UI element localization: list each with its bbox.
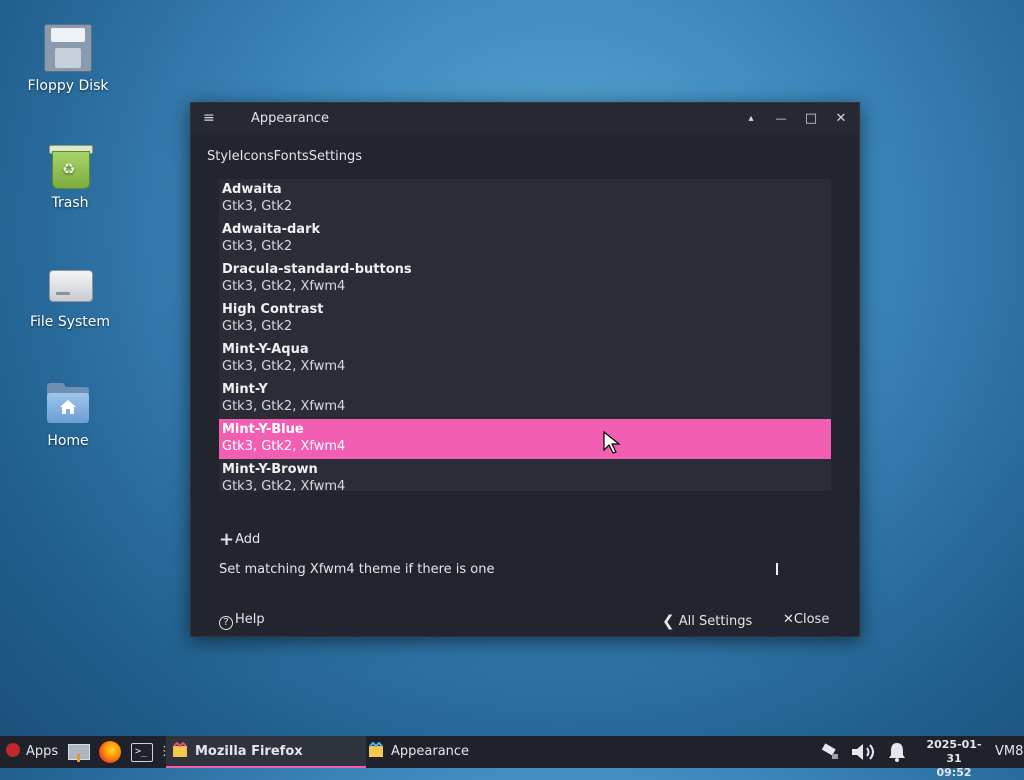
theme-support: Gtk3, Gtk2, Xfwm4: [222, 279, 346, 294]
theme-list-item[interactable]: High Contrast Gtk3, Gtk2: [219, 299, 831, 339]
tab-icons[interactable]: Icons: [240, 149, 274, 164]
apps-menu-button[interactable]: Apps: [6, 736, 58, 768]
theme-support: Gtk3, Gtk2, Xfwm4: [222, 359, 346, 374]
add-theme-button[interactable]: +Add: [219, 529, 260, 550]
help-button[interactable]: ? Help: [219, 612, 265, 630]
chevron-left-icon: ❮: [662, 612, 675, 630]
window-title: Appearance: [251, 111, 330, 126]
apps-logo-icon: [6, 743, 20, 757]
theme-name: Adwaita: [222, 182, 282, 197]
hard-drive-icon: [47, 262, 93, 308]
taskbar-window-firefox[interactable]: Mozilla Firefox: [166, 736, 366, 768]
clock-date: 2025-01-31: [926, 738, 982, 765]
theme-name: Mint-Y-Aqua: [222, 342, 309, 357]
theme-name: Mint-Y: [222, 382, 268, 397]
minimize-icon[interactable]: —: [771, 109, 791, 129]
theme-name: Adwaita-dark: [222, 222, 321, 237]
desktop-icon-label: File System: [29, 314, 111, 330]
terminal-launcher-icon[interactable]: >_: [131, 743, 153, 762]
tab-settings[interactable]: Settings: [309, 149, 362, 164]
theme-list-item[interactable]: Mint-Y-Aqua Gtk3, Gtk2, Xfwm4: [219, 339, 831, 379]
theme-list-item[interactable]: Adwaita Gtk3, Gtk2: [219, 179, 831, 219]
mouse-pointer-icon: [603, 431, 621, 454]
theme-name: Mint-Y-Blue: [222, 422, 304, 437]
window-titlebar[interactable]: ≡ Appearance ▴ — □ ✕: [191, 103, 859, 135]
close-icon: ✕: [783, 612, 794, 627]
theme-support: Gtk3, Gtk2: [222, 239, 293, 254]
taskbar-window-label: Appearance: [391, 744, 470, 759]
host-label: VM8: [995, 744, 1024, 759]
theme-list-item[interactable]: Adwaita-dark Gtk3, Gtk2: [219, 219, 831, 259]
clock-time: 09:52: [936, 766, 972, 779]
show-desktop-icon[interactable]: [68, 736, 90, 768]
firefox-window-icon: [173, 742, 187, 757]
theme-name: Mint-Y-Brown: [222, 462, 318, 477]
theme-list[interactable]: Adwaita Gtk3, Gtk2 Adwaita-dark Gtk3, Gt…: [219, 179, 831, 491]
desktop-icon-label: Trash: [51, 195, 89, 211]
desktop-icon-floppy-disk[interactable]: Floppy Disk: [18, 24, 118, 94]
theme-support: Gtk3, Gtk2, Xfwm4: [222, 439, 346, 454]
close-window-icon[interactable]: ✕: [831, 109, 851, 129]
theme-list-item[interactable]: Dracula-standard-buttons Gtk3, Gtk2, Xfw…: [219, 259, 831, 299]
all-settings-button[interactable]: ❮ All Settings: [662, 612, 752, 630]
close-label: Close: [793, 612, 830, 627]
tab-fonts[interactable]: Fonts: [274, 149, 309, 164]
taskbar: Apps >_ ⋮ Mozilla Firefox Appearance 202…: [0, 736, 1024, 779]
firefox-launcher-icon[interactable]: [99, 741, 121, 763]
help-icon: ?: [219, 616, 233, 630]
theme-support: Gtk3, Gtk2: [222, 199, 293, 214]
plus-icon: +: [219, 529, 235, 550]
theme-support: Gtk3, Gtk2, Xfwm4: [222, 399, 346, 414]
trash-icon: ♻: [47, 143, 93, 189]
theme-list-item[interactable]: Mint-Y-Brown Gtk3, Gtk2, Xfwm4: [219, 459, 831, 491]
close-button[interactable]: ✕Close: [783, 612, 829, 627]
notifications-bell-icon[interactable]: [887, 741, 907, 763]
apps-label: Apps: [26, 744, 59, 759]
theme-list-item-selected[interactable]: Mint-Y-Blue Gtk3, Gtk2, Xfwm4: [219, 419, 831, 459]
volume-icon[interactable]: [850, 742, 878, 762]
appearance-window: ≡ Appearance ▴ — □ ✕ StyleIconsFontsSett…: [190, 102, 860, 637]
appearance-window-icon: [369, 742, 383, 757]
theme-name: Dracula-standard-buttons: [222, 262, 412, 277]
tab-bar: StyleIconsFontsSettings: [207, 149, 362, 164]
help-label: Help: [235, 612, 265, 627]
maximize-icon[interactable]: □: [801, 109, 821, 129]
network-icon[interactable]: [820, 743, 840, 761]
matching-theme-toggle[interactable]: [776, 563, 778, 575]
taskbar-window-appearance[interactable]: Appearance: [368, 736, 469, 768]
desktop-icon-label: Home: [47, 433, 89, 449]
desktop-icon-file-system[interactable]: File System: [20, 262, 120, 330]
window-menu-icon[interactable]: ≡: [203, 110, 215, 126]
theme-name: High Contrast: [222, 302, 324, 317]
theme-support: Gtk3, Gtk2, Xfwm4: [222, 479, 346, 491]
tab-style[interactable]: Style: [207, 149, 240, 164]
clock[interactable]: 2025-01-31 09:52: [922, 738, 986, 780]
add-label: Add: [235, 532, 261, 547]
theme-support: Gtk3, Gtk2: [222, 319, 293, 334]
home-folder-icon: [45, 381, 91, 427]
all-settings-label: All Settings: [678, 614, 753, 629]
matching-theme-label: Set matching Xfwm4 theme if there is one: [219, 562, 495, 577]
desktop-icon-label: Floppy Disk: [27, 78, 109, 94]
desktop-icon-home[interactable]: Home: [18, 381, 118, 449]
shade-icon[interactable]: ▴: [741, 109, 761, 129]
desktop-icon-trash[interactable]: ♻ Trash: [20, 143, 120, 211]
taskbar-window-label: Mozilla Firefox: [195, 744, 303, 759]
theme-list-item[interactable]: Mint-Y Gtk3, Gtk2, Xfwm4: [219, 379, 831, 419]
floppy-disk-icon: [44, 24, 92, 72]
